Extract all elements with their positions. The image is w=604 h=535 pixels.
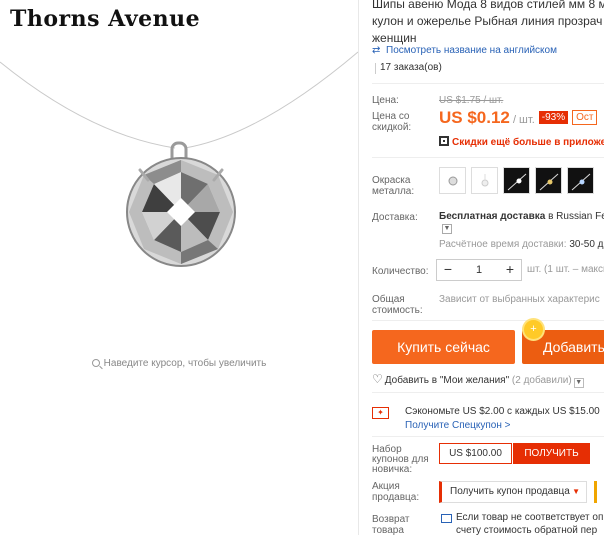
special-coupon-link[interactable]: Получите Спецкупон >: [405, 420, 511, 431]
quantity-input[interactable]: 1: [459, 260, 499, 280]
total-label-2: стоимость:: [372, 305, 423, 316]
product-title-line: Шипы авеню Мода 8 видов стилей мм 8 м: [372, 0, 604, 11]
seller-promo-extra[interactable]: [594, 481, 604, 503]
translate-icon: ⇄: [372, 45, 381, 56]
current-price: US $0.12: [439, 108, 510, 127]
divider: [372, 83, 604, 84]
quantity-label: Количество:: [372, 266, 429, 277]
discount-price-label-2: скидкой:: [372, 122, 412, 133]
buy-now-button[interactable]: Купить сейчас: [372, 330, 515, 364]
quantity-stepper: − 1 +: [436, 259, 522, 281]
new-user-coupon-amount: US $100.00: [439, 443, 512, 464]
zoom-hint: Наведите курсор, чтобы увеличить: [0, 358, 358, 369]
price-label: Цена:: [372, 95, 399, 106]
necklace-image: [0, 51, 358, 267]
quantity-note: шт. (1 шт. – макси: [527, 264, 604, 275]
remaining-badge: Ост: [572, 110, 598, 125]
color-swatch[interactable]: [503, 167, 530, 194]
zoom-hint-text: Наведите курсор, чтобы увеличить: [103, 358, 267, 369]
divider: [372, 157, 604, 158]
shipping-label: Доставка:: [372, 212, 418, 223]
returns-text: Если товар не соответствует опи счету ст…: [456, 511, 604, 535]
new-user-coupon-label-3: новичка:: [372, 464, 413, 475]
get-coupon-button[interactable]: ПОЛУЧИТЬ: [513, 443, 590, 464]
coin-icon: +: [524, 320, 543, 339]
discount-badge: -93%: [538, 111, 569, 124]
total-note: Зависит от выбранных характерис: [439, 294, 600, 305]
return-icon: [441, 514, 452, 523]
translate-link[interactable]: ⇄ Посмотреть название на английском: [372, 45, 557, 56]
divider: [372, 436, 604, 437]
color-swatch[interactable]: [567, 167, 594, 194]
orders-count: 17 заказа(ов): [372, 62, 442, 74]
product-title-line: кулон и ожерелье Рыбная линия прозрач: [372, 14, 603, 28]
divider: [372, 392, 604, 393]
app-discount-note[interactable]: Скидки ещё больше в приложен: [439, 136, 604, 148]
shipping-free: Бесплатная доставка: [439, 211, 546, 222]
seller-coupon-select[interactable]: Получить купон продавца ▼: [439, 481, 587, 503]
heart-icon: ♡: [372, 372, 383, 386]
savings-text: Сэкономьте US $2.00 с каждых US $15.00: [405, 406, 600, 417]
product-details: Шипы авеню Мода 8 видов стилей мм 8 м ку…: [372, 0, 604, 535]
price-unit: / шт.: [509, 114, 535, 126]
chevron-down-icon: ▼: [572, 487, 580, 496]
color-swatch[interactable]: [471, 167, 498, 194]
search-icon: [91, 359, 100, 367]
seller-promo-label-2: продавца:: [372, 492, 420, 503]
shipping-destination: в Russian Fe: [545, 211, 604, 222]
current-price-row: US $0.12 / шт. -93% Ост: [439, 108, 598, 128]
delivery-time-label: Расчётное время доставки:: [439, 239, 570, 250]
divider: [372, 320, 604, 321]
seller-coupon-select-label: Получить купон продавца: [450, 486, 570, 497]
app-discount-text[interactable]: Скидки ещё больше в приложен: [452, 137, 604, 148]
quantity-increase-button[interactable]: +: [499, 260, 521, 280]
delivery-time-value: 30-50 д: [569, 239, 604, 250]
seller-promo-label-1: Акция: [372, 481, 400, 492]
color-label-1: Окраска: [372, 175, 411, 186]
color-label-2: металла:: [372, 186, 415, 197]
total-label-1: Общая: [372, 294, 405, 305]
quantity-decrease-button[interactable]: −: [437, 260, 459, 280]
product-image-area[interactable]: Thorns Avenue Наведите курсор, чтобы уве…: [0, 0, 358, 535]
chevron-down-icon[interactable]: ▼: [442, 224, 452, 234]
chevron-down-icon[interactable]: ▼: [573, 378, 584, 388]
delivery-time: Расчётное время доставки: 30-50 д: [439, 239, 604, 250]
add-to-wishlist[interactable]: ♡ Добавить в "Мои желания" (2 добавили) ▼: [372, 372, 584, 388]
returns-text-line: счету стоимость обратной пер: [456, 525, 598, 535]
wishlist-count: (2 добавили): [509, 375, 572, 386]
wishlist-label[interactable]: Добавить в "Мои желания": [385, 375, 509, 386]
discount-price-label-1: Цена со: [372, 111, 410, 122]
qr-icon: [439, 136, 449, 146]
color-swatch[interactable]: [439, 167, 466, 194]
old-price: US $1.75 / шт.: [439, 95, 504, 106]
color-swatch[interactable]: [535, 167, 562, 194]
returns-label-2: товара: [372, 525, 404, 535]
product-title: Шипы авеню Мода 8 видов стилей мм 8 м ку…: [372, 0, 604, 47]
shipping-title: Бесплатная доставка в Russian Fe: [439, 211, 604, 222]
coupon-icon: ✦: [372, 407, 389, 419]
divider-vertical: [358, 0, 359, 535]
translate-link-text[interactable]: Посмотреть название на английском: [386, 45, 557, 56]
returns-text-line: Если товар не соответствует опи: [456, 512, 604, 523]
returns-label-1: Возврат: [372, 514, 410, 525]
color-swatches: [439, 167, 599, 194]
